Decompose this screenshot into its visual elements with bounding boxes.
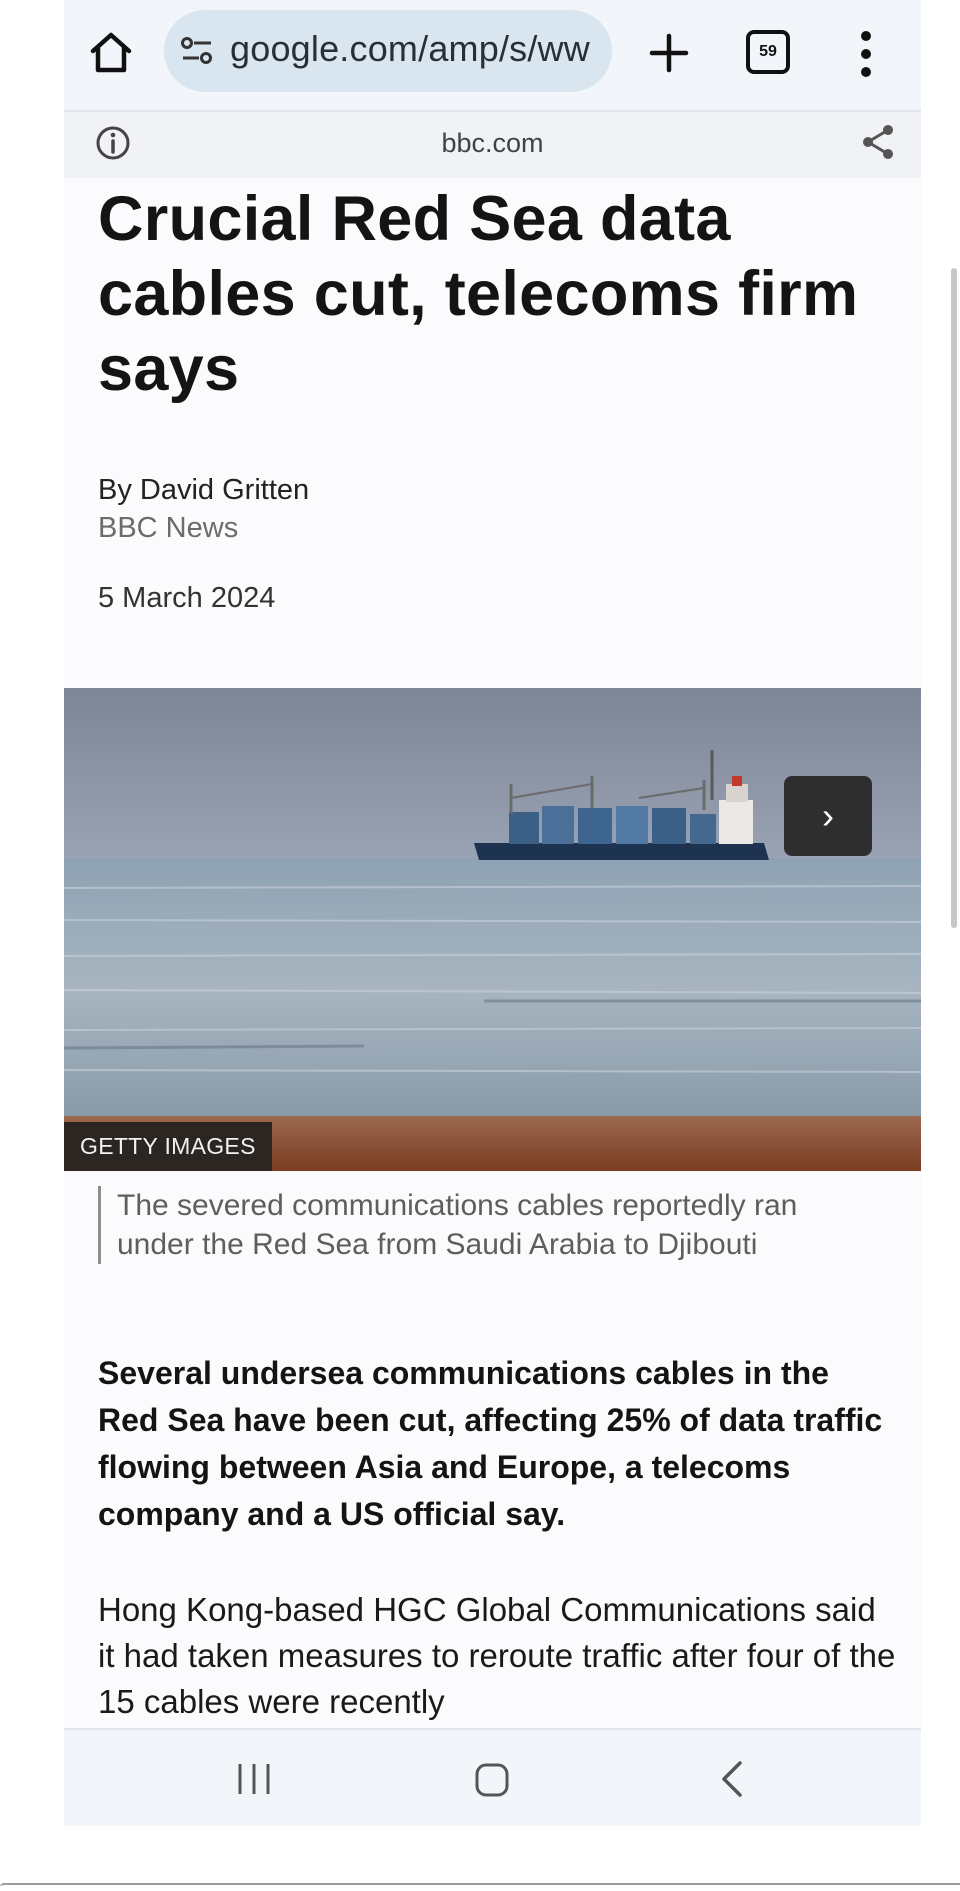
new-tab-icon[interactable] — [644, 28, 694, 78]
article-title: Crucial Red Sea data cables cut, telecom… — [98, 184, 859, 404]
chevron-right-icon: › — [822, 795, 834, 836]
more-menu-icon[interactable] — [856, 26, 876, 82]
image-caption: The severed communications cables report… — [98, 1186, 877, 1264]
image-credit: GETTY IMAGES — [64, 1122, 272, 1171]
article-byline: By David Gritten — [98, 474, 310, 506]
scrollbar[interactable] — [951, 268, 957, 928]
article-lede: Several undersea communications cables i… — [98, 1355, 883, 1532]
url-text[interactable]: google.com/amp/s/ww — [230, 28, 590, 70]
site-settings-icon[interactable] — [180, 36, 214, 66]
home-icon[interactable] — [472, 1760, 512, 1800]
phone-screen: google.com/amp/s/ww 59 bbc.com Crucial R… — [64, 0, 921, 1826]
browser-toolbar: google.com/amp/s/ww 59 — [64, 0, 921, 112]
tab-count: 59 — [759, 43, 777, 60]
bottom-divider — [0, 1883, 960, 1891]
next-image-button[interactable]: › — [784, 776, 872, 856]
address-bar[interactable]: google.com/amp/s/ww — [164, 10, 612, 92]
home-icon[interactable] — [88, 30, 134, 76]
tab-switcher-icon[interactable]: 59 — [746, 30, 790, 74]
share-icon[interactable] — [858, 122, 898, 162]
article-source: BBC News — [98, 512, 239, 544]
site-domain: bbc.com — [441, 128, 544, 158]
site-info-bar: bbc.com — [64, 112, 921, 178]
system-navigation-bar — [64, 1728, 921, 1826]
article-paragraph: Hong Kong-based HGC Global Communication… — [98, 1591, 896, 1720]
article-date: 5 March 2024 — [98, 582, 276, 614]
recents-icon[interactable] — [232, 1760, 276, 1798]
hero-image — [64, 688, 921, 1171]
back-icon[interactable] — [716, 1758, 746, 1800]
